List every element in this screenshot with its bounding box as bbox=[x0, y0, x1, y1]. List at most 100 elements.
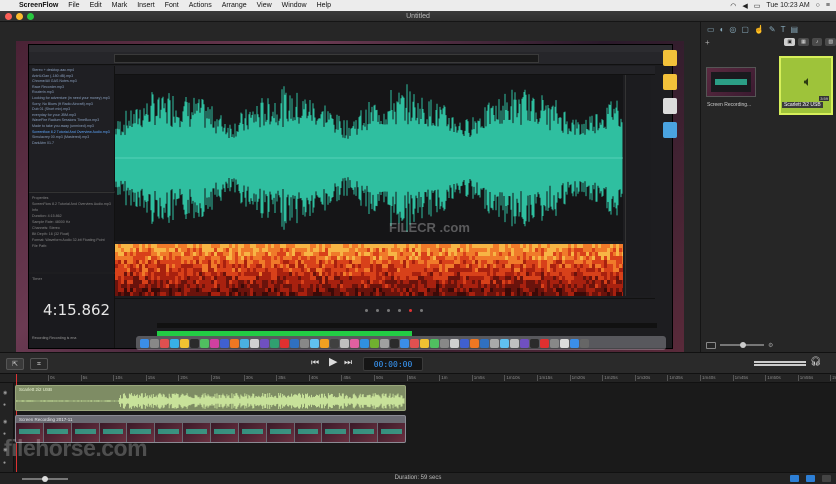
dock-app-icon[interactable] bbox=[380, 338, 389, 348]
clock[interactable]: Tue 10:23 AM bbox=[766, 2, 809, 9]
slider-knob[interactable] bbox=[740, 342, 746, 348]
dock-app-icon[interactable] bbox=[370, 338, 379, 348]
filter-all-button[interactable]: ▣ bbox=[784, 38, 796, 46]
menu-edit[interactable]: Edit bbox=[85, 2, 107, 9]
headphones-icon[interactable]: 🎧︎ bbox=[810, 356, 821, 367]
dock-app-icon[interactable] bbox=[250, 338, 259, 348]
dock-app-icon[interactable] bbox=[390, 338, 399, 348]
dock-app-icon[interactable] bbox=[170, 338, 179, 348]
dock-app-icon[interactable] bbox=[510, 338, 519, 348]
dock-app-icon[interactable] bbox=[180, 338, 189, 348]
dock-app-icon[interactable] bbox=[220, 338, 229, 348]
wifi-icon[interactable]: ◠ bbox=[730, 2, 736, 10]
dock-app-icon[interactable] bbox=[270, 338, 279, 348]
filter-image-button[interactable]: ▧ bbox=[825, 38, 836, 46]
play-button[interactable]: ▶ bbox=[329, 355, 337, 368]
menu-list-icon[interactable]: ≡ bbox=[826, 2, 830, 9]
dock-app-icon[interactable] bbox=[150, 338, 159, 348]
dock-app-icon[interactable] bbox=[400, 338, 409, 348]
dock-app-icon[interactable] bbox=[430, 338, 439, 348]
dock-app-icon[interactable] bbox=[280, 338, 289, 348]
file-list-item[interactable]: DarkAtm 01.7 bbox=[32, 141, 111, 147]
dock-app-icon[interactable] bbox=[320, 338, 329, 348]
filter-video-button[interactable]: ▦ bbox=[798, 38, 809, 46]
dock-app-icon[interactable] bbox=[460, 338, 469, 348]
battery-icon[interactable]: ▭ bbox=[754, 2, 761, 10]
volume-slider[interactable] bbox=[754, 361, 806, 366]
editor-transport-dot[interactable] bbox=[387, 309, 390, 312]
track-eye-icon[interactable]: ◉ bbox=[3, 390, 8, 396]
dock-app-icon[interactable] bbox=[580, 338, 589, 348]
snap-button[interactable] bbox=[790, 475, 799, 482]
editor-transport-dot[interactable] bbox=[420, 309, 423, 312]
crop-tool-button[interactable]: ⌗ bbox=[30, 358, 48, 370]
filter-audio-button[interactable]: ♪ bbox=[811, 38, 823, 46]
dock-app-icon[interactable] bbox=[420, 338, 429, 348]
dock-app-icon[interactable] bbox=[290, 338, 299, 348]
callout-icon[interactable]: ◎ bbox=[729, 25, 736, 34]
options-button[interactable] bbox=[822, 475, 831, 482]
dock-app-icon[interactable] bbox=[360, 338, 369, 348]
media-library-icon[interactable]: ▤ bbox=[791, 25, 799, 34]
timeline-ruler[interactable]: 0s 5s 10s 15s 20s 25s 30s 35s 40s 45s 50s 55s 1m 1m5s… bbox=[0, 374, 836, 383]
menu-file[interactable]: File bbox=[63, 2, 84, 9]
menu-view[interactable]: View bbox=[252, 2, 277, 9]
dock-app-icon[interactable] bbox=[140, 338, 149, 348]
ripple-button[interactable] bbox=[806, 475, 815, 482]
file-list-item[interactable]: Looking for adventure (in need your mone… bbox=[32, 96, 111, 102]
editor-record-dot[interactable] bbox=[409, 309, 412, 312]
text-icon[interactable]: T bbox=[781, 25, 786, 34]
dock-app-icon[interactable] bbox=[160, 338, 169, 348]
dock-app-icon[interactable] bbox=[410, 338, 419, 348]
canvas-area[interactable]: Stereo + desktop.aac.mp4 AntrtLiGan (-180… bbox=[0, 22, 700, 355]
dock-app-icon[interactable] bbox=[200, 338, 209, 348]
track-lock-icon[interactable]: ● bbox=[3, 402, 8, 408]
search-icon[interactable]: ○ bbox=[816, 2, 820, 9]
media-thumb-screen-recording[interactable] bbox=[706, 67, 756, 97]
dock-app-icon[interactable] bbox=[210, 338, 219, 348]
menu-arrange[interactable]: Arrange bbox=[217, 2, 252, 9]
menu-actions[interactable]: Actions bbox=[184, 2, 217, 9]
desktop-drive-icon[interactable] bbox=[663, 98, 677, 114]
volume-icon[interactable]: ◀ bbox=[742, 2, 747, 10]
recording-preview[interactable]: Stereo + desktop.aac.mp4 AntrtLiGan (-180… bbox=[16, 41, 684, 355]
thumb-size-slider[interactable] bbox=[720, 342, 764, 348]
dock-app-icon[interactable] bbox=[540, 338, 549, 348]
dock-app-icon[interactable] bbox=[560, 338, 569, 348]
dock-app-icon[interactable] bbox=[440, 338, 449, 348]
dock-app-icon[interactable] bbox=[520, 338, 529, 348]
dock-app-icon[interactable] bbox=[300, 338, 309, 348]
dock-app-icon[interactable] bbox=[340, 338, 349, 348]
menu-font[interactable]: Font bbox=[160, 2, 184, 9]
menu-help[interactable]: Help bbox=[312, 2, 336, 9]
dock-app-icon[interactable] bbox=[350, 338, 359, 348]
video-properties-icon[interactable]: ▭ bbox=[707, 25, 715, 34]
edit-tool-button[interactable]: ⇱ bbox=[6, 358, 24, 370]
desktop-folder-icon[interactable] bbox=[663, 122, 677, 138]
dock-app-icon[interactable] bbox=[190, 338, 199, 348]
menu-mark[interactable]: Mark bbox=[107, 2, 133, 9]
menu-insert[interactable]: Insert bbox=[132, 2, 160, 9]
recording-thumb-icon[interactable] bbox=[706, 341, 716, 349]
minimize-button[interactable] bbox=[16, 13, 23, 20]
touch-icon[interactable]: ☝ bbox=[754, 25, 764, 34]
dock-app-icon[interactable] bbox=[550, 338, 559, 348]
editor-transport-dot[interactable] bbox=[398, 309, 401, 312]
dock-app-icon[interactable] bbox=[530, 338, 539, 348]
fast-forward-button[interactable]: ⏭ bbox=[344, 357, 352, 368]
desktop-folder-icon[interactable] bbox=[663, 74, 677, 90]
track-eye-icon[interactable]: ◉ bbox=[3, 419, 8, 425]
dock-app-icon[interactable] bbox=[500, 338, 509, 348]
menu-window[interactable]: Window bbox=[277, 2, 312, 9]
editor-transport-dot[interactable] bbox=[376, 309, 379, 312]
dock-app-icon[interactable] bbox=[230, 338, 239, 348]
dock-app-icon[interactable] bbox=[470, 338, 479, 348]
desktop-folder-icon[interactable] bbox=[663, 50, 677, 66]
dock-app-icon[interactable] bbox=[490, 338, 499, 348]
dock-app-icon[interactable] bbox=[330, 338, 339, 348]
screen-recording-icon[interactable]: ▢ bbox=[741, 25, 749, 34]
close-button[interactable] bbox=[5, 13, 12, 20]
dock-app-icon[interactable] bbox=[570, 338, 579, 348]
dock-app-icon[interactable] bbox=[240, 338, 249, 348]
annotation-icon[interactable]: ✎ bbox=[769, 25, 776, 34]
